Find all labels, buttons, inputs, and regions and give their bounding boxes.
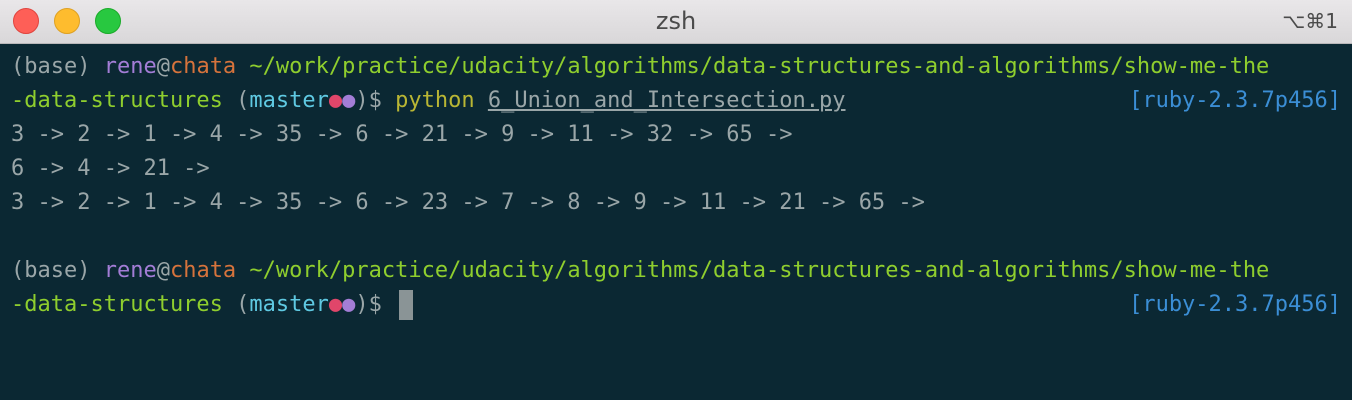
terminal-content[interactable]: (base) rene@chata ~/work/practice/udacit… — [11, 50, 1341, 390]
prompt-line: (base) rene@chata ~/work/practice/udacit… — [11, 50, 1341, 84]
git-branch: master — [249, 88, 329, 113]
prompt-path: ~/work/practice/udacity/algorithms/data-… — [236, 258, 1270, 283]
prompt-path: ~/work/practice/udacity/algorithms/data-… — [236, 54, 1270, 79]
output-line: 6 -> 4 -> 21 -> — [11, 156, 210, 181]
prompt-host: chata — [169, 258, 237, 283]
prompt-dollar: $ — [368, 88, 396, 113]
git-dirty-dot-icon: ● — [328, 88, 343, 113]
git-paren-open: ( — [222, 292, 250, 317]
git-paren-open: ( — [222, 88, 250, 113]
prompt-line: (base) rene@chata ~/work/practice/udacit… — [11, 254, 1341, 288]
window-title: zsh — [655, 7, 697, 35]
command-argument-file[interactable]: 6_Union_and_Intersection.py — [488, 88, 846, 113]
prompt-path-continued: -data-structures — [11, 88, 223, 113]
command-name: python — [395, 88, 475, 113]
prompt-at: @ — [156, 54, 170, 79]
text-cursor[interactable] — [399, 290, 414, 320]
prompt-dollar: $ — [368, 292, 396, 317]
git-dirty-dot-icon: ● — [328, 292, 343, 317]
git-branch: master — [249, 292, 329, 317]
command-line: -data-structures (master●●)$ python 6_Un… — [11, 84, 1341, 118]
terminal-window: zsh ⌥⌘1 (base) rene@chata ~/work/practic… — [0, 0, 1352, 400]
prompt-user: rene — [103, 54, 157, 79]
ruby-version: [ruby-2.3.7p456] — [1129, 292, 1341, 317]
prompt-path-continued: -data-structures — [11, 292, 223, 317]
prompt-host: chata — [169, 54, 237, 79]
output-line: 3 -> 2 -> 1 -> 4 -> 35 -> 6 -> 23 -> 7 -… — [11, 190, 925, 215]
git-paren-close: ) — [355, 292, 369, 317]
git-paren-close: ) — [355, 88, 369, 113]
conda-env: (base) — [11, 258, 104, 283]
ruby-version: [ruby-2.3.7p456] — [1129, 88, 1341, 113]
prompt-at: @ — [156, 258, 170, 283]
prompt-user: rene — [103, 258, 157, 283]
output-line: 3 -> 2 -> 1 -> 4 -> 35 -> 6 -> 21 -> 9 -… — [11, 122, 793, 147]
git-untracked-dot-icon: ● — [342, 292, 356, 317]
window-shortcut: ⌥⌘1 — [1282, 9, 1338, 33]
title-bar[interactable]: zsh ⌥⌘1 — [0, 0, 1352, 44]
git-untracked-dot-icon: ● — [342, 88, 356, 113]
input-line[interactable]: -data-structures (master●●)$ [ruby-2.3.7… — [11, 288, 1341, 322]
conda-env: (base) — [11, 54, 104, 79]
